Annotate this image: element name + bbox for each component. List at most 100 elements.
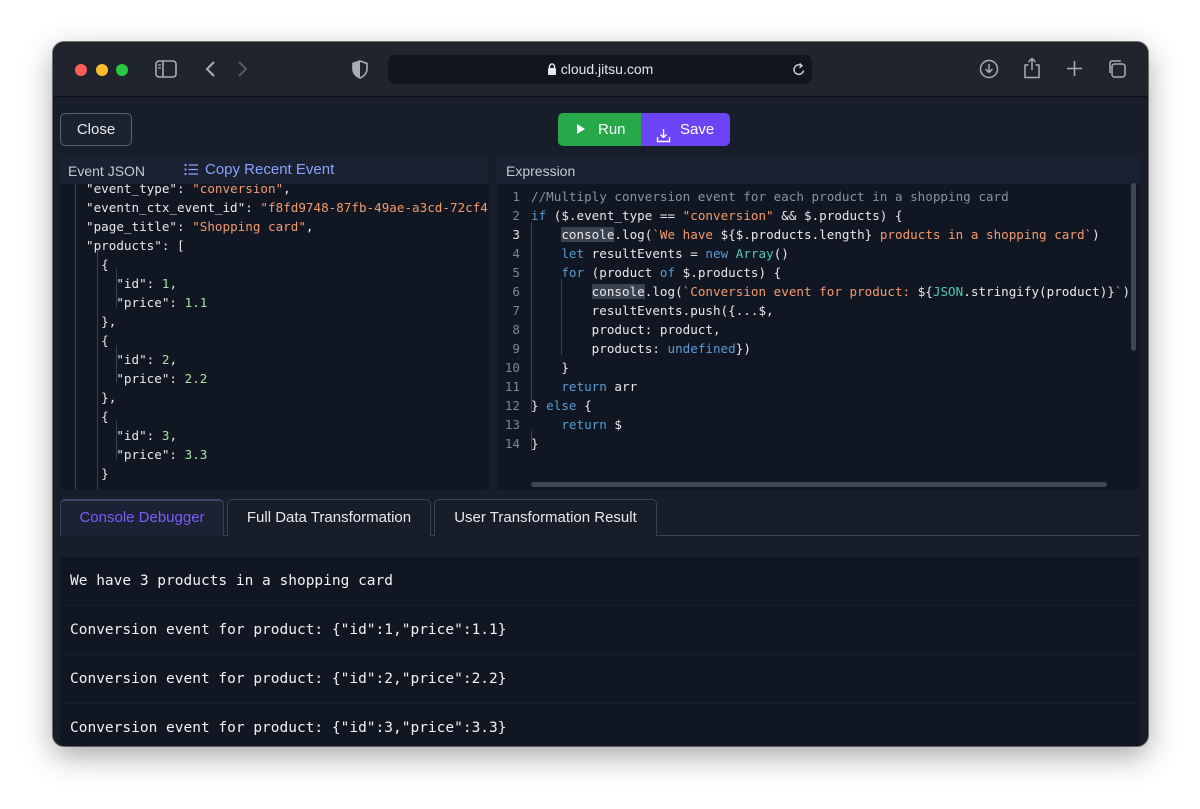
code-token: {	[576, 398, 592, 413]
tab-console-debugger[interactable]: Console Debugger	[60, 499, 224, 536]
vertical-scrollbar[interactable]	[1131, 183, 1136, 351]
json-line: "event_type": "conversion",	[86, 184, 291, 200]
close-window-button[interactable]	[75, 64, 87, 76]
code-line: 4 let resultEvents = new Array()	[497, 246, 1140, 265]
json-line: {	[86, 409, 109, 428]
json-token: "id"	[86, 428, 147, 443]
play-icon	[577, 124, 585, 134]
json-token: ,	[169, 428, 178, 443]
json-token: }	[86, 466, 109, 481]
code-line: 14}	[497, 436, 1140, 455]
json-token: :	[146, 276, 162, 291]
code-line: 8 product: product,	[497, 322, 1140, 341]
line-number: 7	[512, 303, 520, 318]
event-json-header: Event JSON Copy Recent Event	[60, 155, 489, 184]
code-token: })	[735, 341, 751, 356]
download-icon[interactable]	[979, 59, 999, 79]
json-line: "id": 2,	[86, 352, 177, 371]
browser-window: cloud.jitsu.com Close Run Save Event JSO…	[53, 42, 1148, 746]
console-log-row: Conversion event for product: {"id":3,"p…	[60, 704, 1140, 746]
json-token: ,	[169, 276, 178, 291]
download-save-icon	[656, 122, 671, 155]
json-line: "eventn_ctx_event_id": "f8fd9748-87fb-49…	[86, 200, 488, 219]
line-number: 2	[512, 208, 520, 223]
sidebar-icon[interactable]	[155, 60, 177, 78]
share-icon[interactable]	[1023, 57, 1041, 79]
code-token: resultEvents.push({...$,	[531, 303, 774, 318]
json-line: {	[86, 257, 109, 276]
json-line: "id": 3,	[86, 428, 177, 447]
code-token: arr	[606, 379, 638, 394]
code-text: if ($.event_type == "conversion" && $.pr…	[531, 208, 903, 223]
code-token: else	[546, 398, 577, 413]
code-token: for	[561, 265, 585, 280]
json-token: "page_title"	[86, 219, 177, 234]
minimize-window-button[interactable]	[96, 64, 108, 76]
json-token: "price"	[86, 371, 170, 386]
browser-toolbar: cloud.jitsu.com	[53, 42, 1148, 97]
code-token: ($.event_type ==	[546, 208, 683, 223]
shield-icon[interactable]	[352, 60, 368, 79]
horizontal-scrollbar[interactable]	[531, 482, 1107, 487]
json-token: :	[169, 447, 185, 462]
code-text: product: product,	[531, 322, 721, 337]
tab-user-transformation-result[interactable]: User Transformation Result	[434, 499, 657, 536]
json-line: }	[86, 466, 109, 485]
json-line: "price": 1.1	[86, 295, 207, 314]
code-token: .stringify(product)}	[963, 284, 1115, 299]
copy-recent-event-label: Copy Recent Event	[205, 161, 335, 178]
reload-icon[interactable]	[792, 62, 806, 77]
event-json-editor[interactable]: "event_type": "conversion", "eventn_ctx_e…	[60, 184, 489, 490]
code-token: ()	[773, 246, 789, 261]
code-line: 2 if ($.event_type == "conversion" && $.p…	[497, 208, 1140, 227]
json-token: },	[86, 390, 117, 405]
code-token: && $.products) {	[773, 208, 903, 223]
forward-icon[interactable]	[237, 60, 249, 78]
save-button[interactable]: Save	[641, 113, 730, 146]
json-token: "f8fd9748-87fb-49ae-a3cd-72cf4	[260, 200, 488, 215]
address-bar[interactable]: cloud.jitsu.com	[388, 55, 812, 84]
code-text: }	[531, 360, 569, 375]
expression-code-editor[interactable]: 1 //Multiply conversion event for each pr…	[497, 184, 1140, 490]
line-number: 8	[512, 322, 520, 337]
json-token: {	[86, 333, 109, 348]
new-tab-icon[interactable]	[1066, 60, 1083, 77]
code-line: 10 }	[497, 360, 1140, 379]
json-token: {	[86, 257, 109, 272]
copy-recent-event-button[interactable]: Copy Recent Event	[184, 161, 334, 180]
close-button[interactable]: Close	[60, 113, 132, 146]
output-tabs: Console Debugger Full Data Transformatio…	[60, 499, 1140, 536]
code-token: console	[561, 227, 615, 242]
code-line: 6 console.log(`Conversion event for prod…	[497, 284, 1140, 303]
run-button[interactable]: Run	[558, 113, 641, 146]
code-token: "conversion"	[682, 208, 774, 223]
code-text: return $	[531, 417, 622, 432]
zoom-window-button[interactable]	[116, 64, 128, 76]
code-token: .log(	[644, 284, 683, 299]
back-icon[interactable]	[204, 60, 216, 78]
code-token: (product	[584, 265, 660, 280]
code-line: 3 console.log(`We have ${$.products.leng…	[497, 227, 1140, 246]
code-token: let	[561, 246, 585, 261]
code-token: //Multiply conversion event for each pro…	[531, 189, 1009, 204]
code-token: $.products) {	[675, 265, 782, 280]
code-text: } else {	[531, 398, 592, 413]
json-token: "id"	[86, 352, 147, 367]
code-line: 12} else {	[497, 398, 1140, 417]
console-log-row: We have 3 products in a shopping card	[60, 557, 1140, 605]
tab-full-data-transformation[interactable]: Full Data Transformation	[227, 499, 431, 536]
code-token: return	[561, 417, 607, 432]
code-token: }	[531, 436, 539, 451]
code-text: resultEvents.push({...$,	[531, 303, 774, 318]
code-text: //Multiply conversion event for each pro…	[531, 189, 1009, 204]
line-number: 11	[504, 379, 520, 394]
code-line: 9 products: undefined})	[497, 341, 1140, 360]
tab-overview-icon[interactable]	[1107, 59, 1127, 79]
code-token: if	[531, 208, 547, 223]
code-token: JSON	[932, 284, 964, 299]
code-token: product: product,	[531, 322, 721, 337]
code-token: )	[1122, 284, 1131, 299]
code-token: undefined	[667, 341, 736, 356]
